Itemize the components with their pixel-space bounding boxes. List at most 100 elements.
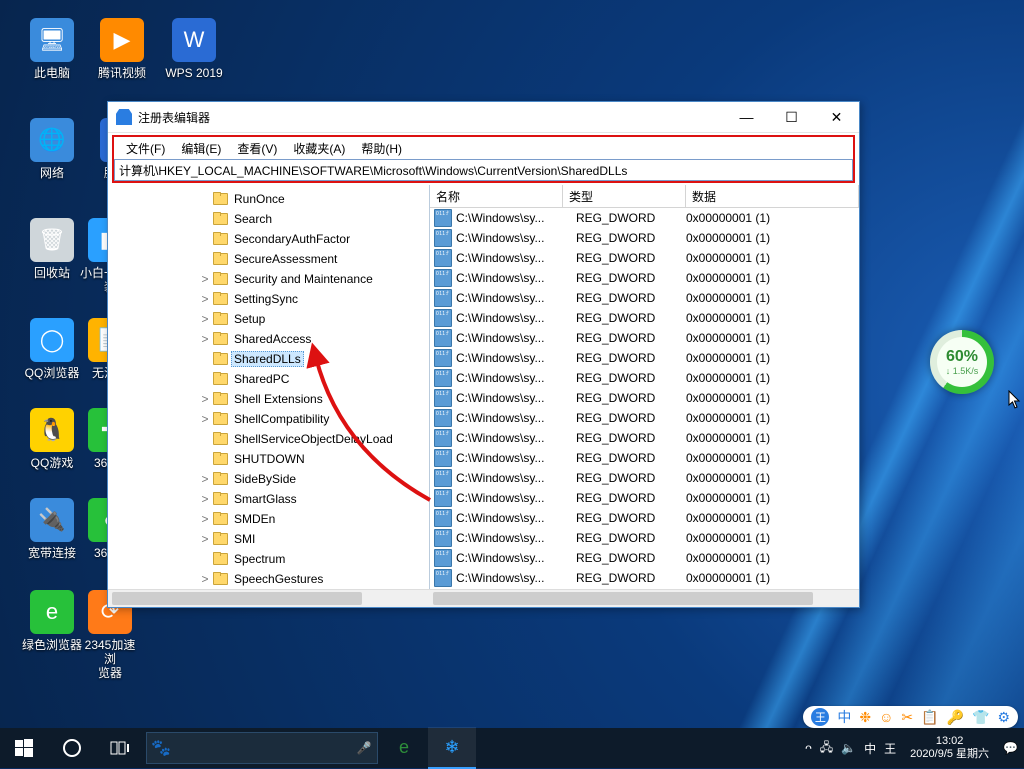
value-row[interactable]: C:\Windows\sy...REG_DWORD0x00000001 (1) (430, 368, 859, 388)
value-row[interactable]: C:\Windows\sy...REG_DWORD0x00000001 (1) (430, 528, 859, 548)
desktop-icon[interactable]: ▶腾讯视频 (92, 18, 152, 80)
tree-node[interactable]: >ShellCompatibility (108, 409, 429, 429)
tree-node[interactable]: RunOnce (108, 189, 429, 209)
tree-node[interactable]: SHUTDOWN (108, 449, 429, 469)
taskbar-clock[interactable]: 13:02 2020/9/5 星期六 (910, 735, 989, 761)
value-row[interactable]: C:\Windows\sy...REG_DWORD0x00000001 (1) (430, 468, 859, 488)
expand-icon[interactable]: > (198, 332, 212, 346)
expand-icon[interactable]: > (198, 292, 212, 306)
value-row[interactable]: C:\Windows\sy...REG_DWORD0x00000001 (1) (430, 508, 859, 528)
toolstrip-item[interactable]: ❉ (859, 709, 871, 726)
toolstrip-item[interactable]: 🔑 (947, 709, 964, 726)
expand-icon[interactable]: > (198, 392, 212, 406)
value-row[interactable]: C:\Windows\sy...REG_DWORD0x00000001 (1) (430, 228, 859, 248)
tree-node[interactable]: >SpeechGestures (108, 569, 429, 589)
expand-icon[interactable]: > (198, 272, 212, 286)
menu-file[interactable]: 文件(F) (118, 138, 173, 159)
tree-node[interactable]: SecondaryAuthFactor (108, 229, 429, 249)
perf-gauge-widget[interactable]: 60% ↓ 1.5K/s (930, 330, 994, 394)
start-button[interactable] (0, 728, 48, 768)
address-input[interactable] (114, 159, 853, 181)
tree-node[interactable]: SharedDLLs (108, 349, 429, 369)
desktop-icon[interactable]: 🌐网络 (22, 118, 82, 180)
tray-icon[interactable]: ᴖ (805, 741, 812, 755)
expand-icon[interactable]: > (198, 492, 212, 506)
menu-help[interactable]: 帮助(H) (353, 138, 410, 159)
value-row[interactable]: C:\Windows\sy...REG_DWORD0x00000001 (1) (430, 288, 859, 308)
taskview-button[interactable] (96, 728, 144, 768)
value-row[interactable]: C:\Windows\sy...REG_DWORD0x00000001 (1) (430, 568, 859, 588)
tree-node[interactable]: >SettingSync (108, 289, 429, 309)
tree-node[interactable]: SecureAssessment (108, 249, 429, 269)
tree-node[interactable]: ShellServiceObjectDelayLoad (108, 429, 429, 449)
tree-node[interactable]: >SharedAccess (108, 329, 429, 349)
value-row[interactable]: C:\Windows\sy...REG_DWORD0x00000001 (1) (430, 448, 859, 468)
toolstrip-item[interactable]: ☺ (879, 709, 893, 725)
values-hscrollbar[interactable] (429, 589, 859, 607)
maximize-button[interactable]: ☐ (769, 102, 814, 132)
value-row[interactable]: C:\Windows\sy...REG_DWORD0x00000001 (1) (430, 248, 859, 268)
cortana-button[interactable] (48, 728, 96, 768)
expand-icon[interactable]: > (198, 512, 212, 526)
col-name[interactable]: 名称 (430, 185, 563, 207)
tree-node[interactable]: >SMI (108, 529, 429, 549)
taskbar-app-regedit[interactable]: ❄ (428, 727, 476, 769)
tree-hscrollbar[interactable] (108, 589, 429, 607)
taskbar-search[interactable]: 🐾 🎤 (146, 732, 378, 764)
expand-icon[interactable]: > (198, 532, 212, 546)
close-button[interactable]: ✕ (814, 102, 859, 132)
toolstrip-item[interactable]: ✂ (901, 709, 913, 726)
value-row[interactable]: C:\Windows\sy...REG_DWORD0x00000001 (1) (430, 388, 859, 408)
value-row[interactable]: C:\Windows\sy...REG_DWORD0x00000001 (1) (430, 408, 859, 428)
col-data[interactable]: 数据 (686, 185, 859, 207)
values-header[interactable]: 名称 类型 数据 (430, 185, 859, 208)
desktop-icon[interactable]: ◯QQ浏览器 (22, 318, 82, 380)
expand-icon[interactable]: > (198, 312, 212, 326)
minimize-button[interactable]: — (724, 102, 769, 132)
value-row[interactable]: C:\Windows\sy...REG_DWORD0x00000001 (1) (430, 548, 859, 568)
desktop-icon[interactable]: 🖥此电脑 (22, 18, 82, 80)
tree-node[interactable]: >SideBySide (108, 469, 429, 489)
tree-node[interactable]: >SMDEn (108, 509, 429, 529)
taskbar-app-edge-legacy[interactable]: e (380, 727, 428, 767)
desktop-icon[interactable]: WWPS 2019 (164, 18, 224, 80)
expand-icon[interactable]: > (198, 412, 212, 426)
value-row[interactable]: C:\Windows\sy...REG_DWORD0x00000001 (1) (430, 488, 859, 508)
toolstrip-item[interactable]: 👕 (972, 709, 989, 726)
menu-fav[interactable]: 收藏夹(A) (285, 138, 353, 159)
value-row[interactable]: C:\Windows\sy...REG_DWORD0x00000001 (1) (430, 268, 859, 288)
tray-icon[interactable]: 中 (864, 740, 876, 757)
tree-node[interactable]: Search (108, 209, 429, 229)
toolstrip-item[interactable]: 王 (811, 708, 829, 726)
tree-node[interactable]: >Shell Extensions (108, 389, 429, 409)
value-row[interactable]: C:\Windows\sy...REG_DWORD0x00000001 (1) (430, 208, 859, 228)
tree-node[interactable]: Spectrum (108, 549, 429, 569)
toolstrip-item[interactable]: ⚙ (997, 709, 1010, 726)
toolstrip-item[interactable]: 📋 (921, 709, 938, 726)
ime-toolstrip[interactable]: 王中 ❉ ☺ ✂ 📋 🔑 👕 ⚙ (803, 706, 1018, 728)
tray-icon[interactable]: 🖧 (820, 738, 833, 759)
desktop-icon[interactable]: 🔌宽带连接 (22, 498, 82, 560)
tree-node[interactable]: >Security and Maintenance (108, 269, 429, 289)
tray-icon[interactable]: 🔈 (841, 741, 856, 755)
tree-node[interactable]: SharedPC (108, 369, 429, 389)
value-row[interactable]: C:\Windows\sy...REG_DWORD0x00000001 (1) (430, 308, 859, 328)
tree-node[interactable]: >SmartGlass (108, 489, 429, 509)
col-type[interactable]: 类型 (563, 185, 686, 207)
menu-edit[interactable]: 编辑(E) (173, 138, 229, 159)
value-row[interactable]: C:\Windows\sy...REG_DWORD0x00000001 (1) (430, 348, 859, 368)
taskbar-search-input[interactable] (175, 740, 351, 756)
expand-icon[interactable]: > (198, 572, 212, 586)
titlebar[interactable]: 注册表编辑器 — ☐ ✕ (108, 102, 859, 133)
desktop-icon[interactable]: 🗑回收站 (22, 218, 82, 280)
menu-view[interactable]: 查看(V) (229, 138, 285, 159)
desktop-icon[interactable]: e绿色浏览器 (22, 590, 82, 652)
action-center-icon[interactable]: 💬 (1003, 741, 1018, 755)
desktop-icon[interactable]: 🐧QQ游戏 (22, 408, 82, 470)
toolstrip-item[interactable]: 中 (837, 707, 851, 727)
expand-icon[interactable]: > (198, 472, 212, 486)
value-row[interactable]: C:\Windows\sy...REG_DWORD0x00000001 (1) (430, 428, 859, 448)
tree-node[interactable]: >Setup (108, 309, 429, 329)
mic-icon[interactable]: 🎤 (351, 741, 377, 755)
registry-tree[interactable]: RunOnceSearchSecondaryAuthFactorSecureAs… (108, 185, 430, 589)
